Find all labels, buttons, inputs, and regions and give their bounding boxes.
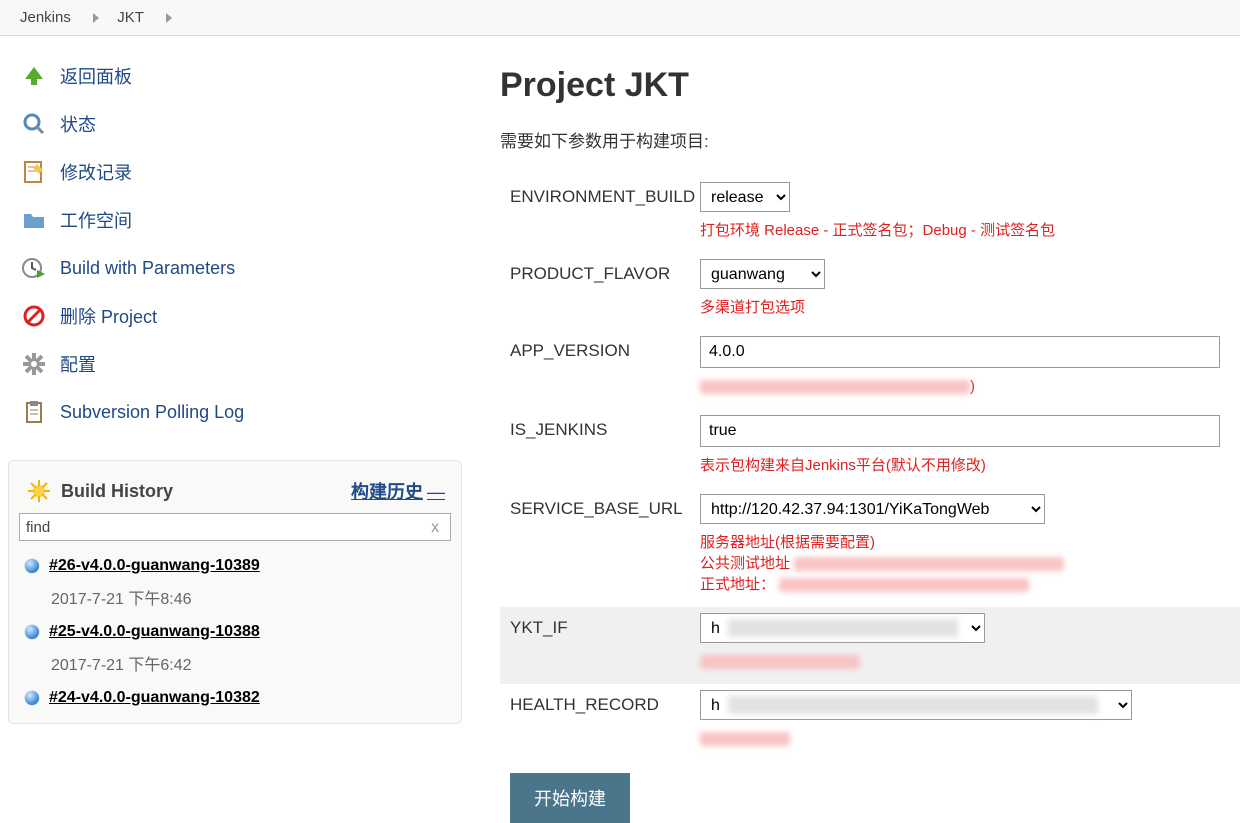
param-label: ENVIRONMENT_BUILD [500, 182, 700, 207]
param-row-version: APP_VERSION ) [500, 330, 1240, 409]
build-link[interactable]: #26-v4.0.0-guanwang-10389 [49, 557, 260, 575]
param-help: ) [700, 376, 1240, 397]
breadcrumb-root[interactable]: Jenkins [20, 9, 71, 26]
folder-icon [20, 206, 48, 234]
sidebar-item-build-params[interactable]: Build with Parameters [12, 244, 470, 292]
no-entry-icon [20, 302, 48, 330]
sidebar-item-changes[interactable]: 修改记录 [12, 148, 470, 196]
param-help: 服务器地址(根据需要配置) 公共测试地址 正式地址： [700, 532, 1240, 595]
sidebar-item-label[interactable]: 工作空间 [60, 207, 132, 233]
build-status-icon [25, 625, 39, 639]
clock-play-icon [20, 254, 48, 282]
param-label: PRODUCT_FLAVOR [500, 259, 700, 284]
chevron-right-icon [166, 13, 172, 23]
isjenkins-input[interactable] [700, 415, 1220, 447]
breadcrumb: Jenkins JKT [0, 0, 1240, 36]
param-help [700, 728, 1240, 749]
history-search-input[interactable] [19, 513, 451, 541]
sidebar-item-dashboard[interactable]: 返回面板 [12, 52, 470, 100]
param-row-health: HEALTH_RECORD h [500, 684, 1240, 761]
param-row-env: ENVIRONMENT_BUILD release 打包环境 Release -… [500, 176, 1240, 253]
param-row-ykt: YKT_IF h [500, 607, 1240, 684]
chevron-right-icon [93, 13, 99, 23]
sidebar-item-label[interactable]: 配置 [60, 351, 96, 377]
sidebar-item-delete[interactable]: 删除 Project [12, 292, 470, 340]
flavor-select[interactable]: guanwang [700, 259, 825, 289]
sidebar-item-svn-log[interactable]: Subversion Polling Log [12, 388, 470, 436]
param-row-flavor: PRODUCT_FLAVOR guanwang 多渠道打包选项 [500, 253, 1240, 330]
side-menu: 返回面板 状态 修改记录 工作空间 Build with Parameters … [0, 46, 470, 460]
sidebar-item-label[interactable]: 状态 [60, 111, 96, 137]
sidebar-item-status[interactable]: 状态 [12, 100, 470, 148]
notepad-icon [20, 158, 48, 186]
build-time: 2017-7-21 下午6:42 [51, 651, 453, 675]
history-title: Build History [61, 481, 351, 502]
search-icon [20, 110, 48, 138]
param-help: 表示包构建来自Jenkins平台(默认不用修改) [700, 455, 1240, 476]
build-history-panel: Build History 构建历史— x #26-v4.0.0-guanwan… [8, 460, 462, 724]
build-status-icon [25, 691, 39, 705]
param-label: YKT_IF [500, 613, 700, 638]
page-title: Project JKT [500, 66, 1240, 127]
build-button[interactable]: 开始构建 [510, 773, 630, 823]
sidebar-item-label[interactable]: Subversion Polling Log [60, 402, 244, 423]
build-row: #26-v4.0.0-guanwang-10389 2017-7-21 下午8:… [9, 549, 461, 615]
clear-icon[interactable]: x [431, 519, 439, 536]
param-row-url: SERVICE_BASE_URL http://120.42.37.94:130… [500, 488, 1240, 607]
build-time: 2017-7-21 下午8:46 [51, 585, 453, 609]
param-help: 打包环境 Release - 正式签名包；Debug - 测试签名包 [700, 220, 1240, 241]
sidebar-item-label[interactable]: 删除 Project [60, 303, 157, 329]
history-trend-link[interactable]: 构建历史— [351, 478, 445, 504]
param-label: IS_JENKINS [500, 415, 700, 440]
param-help [700, 651, 1240, 672]
sun-icon [25, 477, 53, 505]
param-help: 多渠道打包选项 [700, 297, 1240, 318]
version-input[interactable] [700, 336, 1220, 368]
build-row: #24-v4.0.0-guanwang-10382 [9, 681, 461, 709]
build-link[interactable]: #24-v4.0.0-guanwang-10382 [49, 689, 260, 707]
param-label: SERVICE_BASE_URL [500, 494, 700, 519]
env-select[interactable]: release [700, 182, 790, 212]
params-intro: 需要如下参数用于构建项目: [500, 127, 1240, 176]
sidebar-item-workspace[interactable]: 工作空间 [12, 196, 470, 244]
param-label: APP_VERSION [500, 336, 700, 361]
gear-icon [20, 350, 48, 378]
sidebar-item-configure[interactable]: 配置 [12, 340, 470, 388]
sidebar-item-label[interactable]: 修改记录 [60, 159, 132, 185]
clipboard-icon [20, 398, 48, 426]
up-arrow-icon [20, 62, 48, 90]
sidebar-item-label[interactable]: 返回面板 [60, 63, 132, 89]
param-row-isjenkins: IS_JENKINS 表示包构建来自Jenkins平台(默认不用修改) [500, 409, 1240, 488]
build-row: #25-v4.0.0-guanwang-10388 2017-7-21 下午6:… [9, 615, 461, 681]
url-select[interactable]: http://120.42.37.94:1301/YiKaTongWeb [700, 494, 1045, 524]
build-link[interactable]: #25-v4.0.0-guanwang-10388 [49, 623, 260, 641]
build-status-icon [25, 559, 39, 573]
param-label: HEALTH_RECORD [500, 690, 700, 715]
breadcrumb-project[interactable]: JKT [117, 9, 143, 26]
sidebar-item-label[interactable]: Build with Parameters [60, 258, 235, 279]
